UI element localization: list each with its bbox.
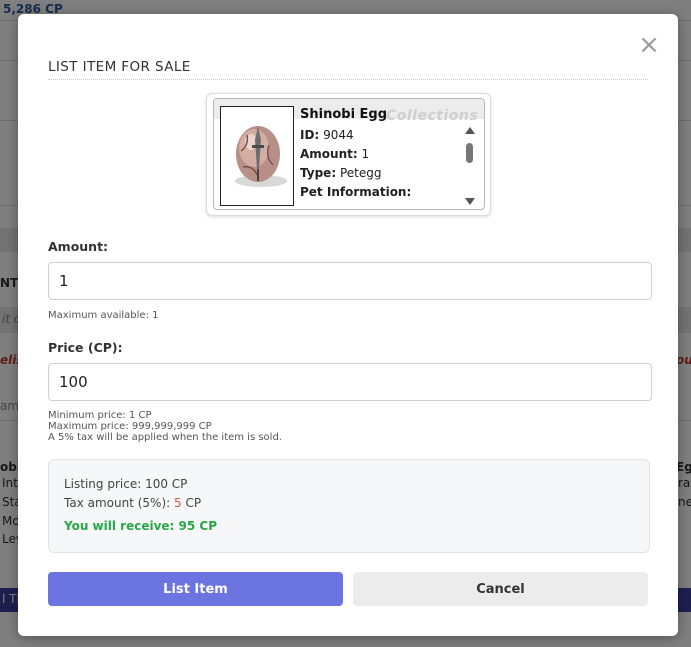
price-hint-min: Minimum price: 1 CP [48,410,152,421]
item-card-inner: Shinobi Egg Collections ID: 9044 Amount:… [213,98,485,210]
scroll-up-icon[interactable] [465,127,475,134]
scroll-thumb[interactable] [466,143,473,163]
item-name: Shinobi Egg [300,107,388,122]
sale-summary: Listing price: 100 CP Tax amount (5%): 5… [48,459,650,553]
item-type-label: Type: [300,166,337,180]
price-label: Price (CP): [48,340,123,355]
egg-icon [220,106,294,206]
receive-amount: You will receive: 95 CP [64,519,217,533]
amount-label: Amount: [48,239,109,254]
tax-value: 5 [174,496,182,510]
tax-unit: CP [185,496,202,510]
item-amount-label: Amount: [300,147,358,161]
tax-amount: Tax amount (5%): 5 CP [64,496,201,510]
pet-information-row: Pet Information: [300,185,411,199]
item-card: Shinobi Egg Collections ID: 9044 Amount:… [206,93,491,216]
item-type-value: Petegg [339,166,382,180]
price-hint-tax: A 5% tax will be applied when the item i… [48,432,282,443]
item-amount-value: 1 [361,147,370,161]
collections-watermark: Collections [386,108,479,124]
list-item-modal: × LIST ITEM FOR SALE Shinobi Egg Collect… [18,14,678,636]
item-id-row: ID: 9044 [300,128,354,142]
cancel-button[interactable]: Cancel [353,572,648,606]
tax-label: Tax amount (5%): [64,496,171,510]
list-item-button[interactable]: List Item [48,572,343,606]
item-amount-row: Amount: 1 [300,147,369,161]
close-icon[interactable]: × [638,32,660,58]
price-hint-max: Maximum price: 999,999,999 CP [48,421,212,432]
amount-hint: Maximum available: 1 [48,310,159,321]
card-scrollbar[interactable] [464,127,476,205]
pet-information-label: Pet Information: [300,185,412,199]
item-type-row: Type: Petegg [300,166,381,180]
listing-price: Listing price: 100 CP [64,477,188,491]
amount-input[interactable] [48,262,652,300]
item-id-value: 9044 [323,128,354,142]
item-id-label: ID: [300,128,320,142]
price-input[interactable] [48,363,652,401]
scroll-down-icon[interactable] [465,198,475,205]
modal-title: LIST ITEM FOR SALE [48,59,648,80]
